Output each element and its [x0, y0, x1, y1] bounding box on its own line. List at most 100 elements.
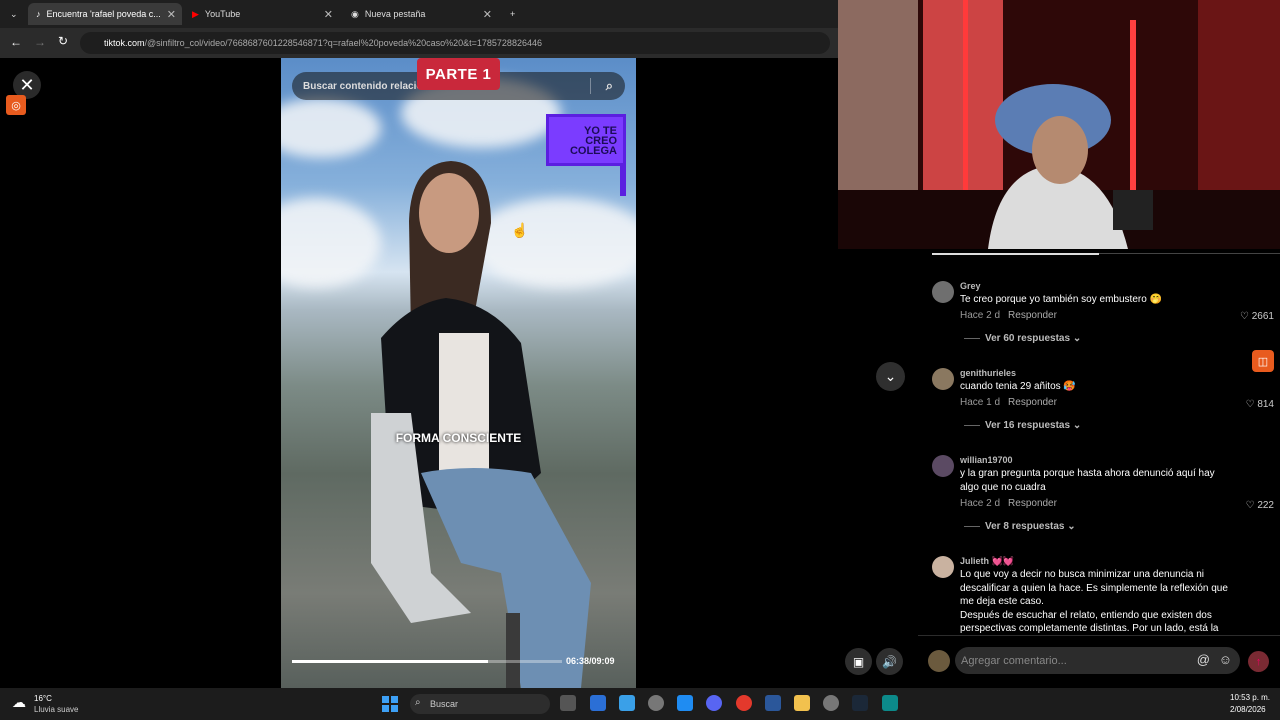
file-explorer-icon[interactable] — [794, 695, 810, 711]
comment-meta: Hace 2 d Responder — [960, 310, 1057, 321]
tab-label: Nueva pestaña — [364, 9, 426, 19]
like-count: 222 — [1257, 500, 1274, 511]
comment-item: Grey Te creo porque yo también soy embus… — [932, 281, 1274, 351]
store-icon[interactable] — [590, 695, 606, 711]
comment-text: y la gran pregunta porque hasta ahora de… — [960, 468, 1215, 493]
tab-label: YouTube — [204, 9, 241, 19]
app-icon[interactable] — [882, 695, 898, 711]
volume-icon[interactable]: 🔊 — [876, 648, 903, 675]
close-tab-icon[interactable]: ✕ — [167, 8, 176, 21]
forward-icon[interactable]: → — [34, 35, 46, 49]
clock-date[interactable]: 2/08/2026 — [1230, 705, 1266, 714]
comment-age: Hace 2 d — [960, 310, 1001, 321]
youtube-icon: ▶ — [192, 8, 199, 19]
chrome-icon: ◉ — [351, 8, 359, 19]
like-button[interactable]: ♡ 2661 — [1240, 311, 1274, 322]
comments-tab-underline — [932, 253, 1099, 255]
discord-icon[interactable] — [706, 695, 722, 711]
taskbar — [0, 688, 1280, 720]
browser-tab-bar: ⌄ ♪ Encuentra 'rafael poveda c... ✕ ▶ Yo… — [0, 0, 838, 28]
weather-desc[interactable]: Lluvia suave — [34, 705, 78, 714]
url-domain: tiktok.com — [104, 38, 145, 48]
tab-youtube[interactable]: ▶ YouTube ✕ — [184, 3, 339, 25]
reply-button[interactable]: Responder — [1008, 310, 1057, 321]
weather-icon[interactable]: ☁ — [12, 694, 26, 711]
new-tab-button[interactable]: + — [502, 3, 523, 25]
start-icon[interactable] — [382, 696, 398, 712]
app-icon[interactable] — [823, 695, 839, 711]
search-icon: ⌕ — [415, 697, 421, 708]
comment-meta: Hace 1 d Responder — [960, 397, 1057, 408]
mouse-cursor-icon: ☝ — [511, 222, 529, 238]
photos-icon[interactable] — [619, 695, 635, 711]
chrome-icon[interactable] — [736, 695, 752, 711]
settings-icon[interactable] — [648, 695, 664, 711]
parte-label: PARTE 1 — [417, 58, 500, 90]
avatar[interactable] — [932, 556, 954, 578]
avatar[interactable] — [932, 455, 954, 477]
avatar[interactable] — [932, 368, 954, 390]
view-replies-button[interactable]: Ver 8 respuestas ⌄ — [964, 521, 1076, 532]
comment-text: Lo que voy a decir no busca minimizar un… — [960, 569, 1228, 634]
comment-age: Hace 1 d — [960, 397, 1001, 408]
taskbar-search[interactable]: ⌕ Buscar — [410, 694, 550, 714]
comment-username[interactable]: willian19700 — [960, 455, 1013, 465]
clock-time[interactable]: 10:53 p. m. — [1230, 693, 1270, 702]
save-icon[interactable]: ▣ — [845, 648, 872, 675]
like-count: 2661 — [1251, 311, 1274, 322]
video-time: 06:38/09:09 — [566, 656, 615, 666]
tab-label: Encuentra 'rafael poveda c... — [46, 9, 161, 19]
steam-icon[interactable] — [852, 695, 868, 711]
word-icon[interactable] — [765, 695, 781, 711]
screenshot-extension-icon[interactable]: ◎ — [6, 95, 26, 115]
tab-divider — [1099, 253, 1280, 254]
reply-button[interactable]: Responder — [1008, 397, 1057, 408]
comment-username[interactable]: genithurieles — [960, 368, 1016, 378]
avatar[interactable] — [932, 281, 954, 303]
tab-new-tab[interactable]: ◉ Nueva pestaña ✕ — [343, 3, 498, 25]
mention-icon[interactable]: @ — [1197, 652, 1210, 667]
view-replies-button[interactable]: Ver 60 respuestas ⌄ — [964, 333, 1081, 344]
comment-text: cuando tenia 29 añitos 🥵 — [960, 381, 1076, 392]
weather-temp[interactable]: 16°C — [34, 694, 52, 703]
taskbar-search-label: Buscar — [430, 699, 459, 709]
send-button[interactable]: ↑ — [1248, 651, 1269, 672]
emoji-icon[interactable]: ☺ — [1219, 652, 1232, 667]
comment-item: Julieth 💓💓 Lo que voy a decir no busca m… — [932, 556, 1272, 634]
reply-button[interactable]: Responder — [1008, 498, 1057, 509]
view-replies-label: Ver 60 respuestas — [985, 333, 1071, 344]
comment-meta: Hace 2 d Responder — [960, 498, 1057, 509]
video-caption: FORMA CONSCIENTE — [395, 431, 522, 445]
divider — [590, 78, 591, 94]
comment-item: genithurieles cuando tenia 29 añitos 🥵 H… — [932, 368, 1274, 438]
task-view-icon[interactable] — [560, 695, 576, 711]
defender-icon[interactable] — [677, 695, 693, 711]
tab-list-button[interactable]: ⌄ — [2, 3, 22, 25]
back-icon[interactable]: ← — [10, 35, 22, 49]
webcam-scene — [838, 0, 1280, 249]
address-bar-row: ← → ↻ tiktok.com/@sinfiltro_col/video/76… — [0, 28, 838, 58]
channel-logo-overlay: YO TE CREO COLEGA — [546, 114, 626, 166]
close-tab-icon[interactable]: ✕ — [324, 8, 333, 21]
comment-username[interactable]: Grey — [960, 281, 981, 291]
tab-tiktok[interactable]: ♪ Encuentra 'rafael poveda c... ✕ — [28, 3, 182, 25]
person-figure — [371, 161, 591, 688]
progress-fill — [292, 660, 489, 663]
url-field[interactable]: tiktok.com/@sinfiltro_col/video/76686876… — [80, 32, 830, 54]
next-video-button[interactable]: ⌄ — [876, 362, 905, 391]
comment-username[interactable]: Julieth 💓💓 — [960, 556, 1014, 567]
comment-age: Hace 2 d — [960, 498, 1001, 509]
tiktok-icon: ♪ — [36, 9, 41, 19]
comment-placeholder: Agregar comentario... — [961, 654, 1067, 667]
logo-bar — [620, 166, 626, 196]
close-tab-icon[interactable]: ✕ — [483, 8, 492, 21]
view-replies-label: Ver 16 respuestas — [985, 420, 1071, 431]
like-button[interactable]: ♡ 222 — [1246, 500, 1274, 511]
view-replies-button[interactable]: Ver 16 respuestas ⌄ — [964, 420, 1081, 431]
search-icon[interactable]: ⌕ — [606, 78, 613, 94]
avatar — [928, 650, 950, 672]
reload-icon[interactable]: ↻ — [58, 34, 68, 48]
webcam-overlay — [838, 0, 1280, 249]
like-button[interactable]: ♡ 814 — [1246, 399, 1274, 410]
comment-input[interactable]: Agregar comentario... @ ☺ — [955, 647, 1240, 674]
